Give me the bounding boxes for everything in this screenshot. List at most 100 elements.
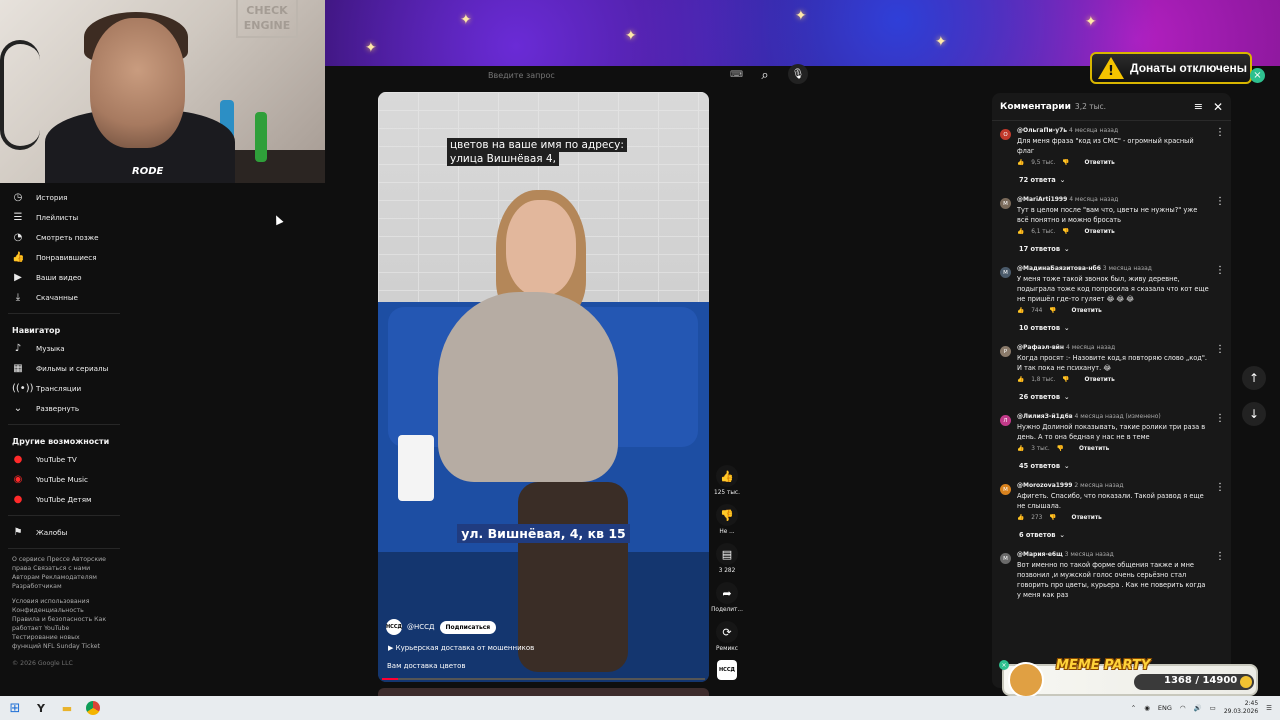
dislike-action[interactable]: 👎 Не ... — [712, 504, 742, 543]
view-replies-button[interactable]: 26 ответов ⌄ — [1019, 393, 1223, 401]
sidebar-item-watch-later[interactable]: ◔ Смотреть позже — [0, 227, 122, 247]
reply-button[interactable]: Ответить — [1084, 229, 1114, 235]
view-replies-button[interactable]: 17 ответов ⌄ — [1019, 245, 1223, 253]
view-replies-button[interactable]: 72 ответа ⌄ — [1019, 176, 1223, 184]
comment-avatar[interactable]: M — [1000, 198, 1011, 209]
reply-button[interactable]: Ответить — [1084, 160, 1114, 166]
sidebar-item-youtube-tv[interactable]: ● YouTube TV — [0, 449, 122, 469]
tray-chevron-icon[interactable]: ⌃ — [1131, 704, 1136, 712]
comment-avatar[interactable]: Л — [1000, 415, 1011, 426]
comment-author[interactable]: @Morozova1999 — [1017, 482, 1072, 489]
arrow-up-icon[interactable]: ↑ — [1242, 366, 1266, 390]
sidebar-item-playlists[interactable]: ☰ Плейлисты — [0, 207, 122, 227]
more-options-icon[interactable]: ⋮ — [1215, 482, 1225, 521]
share-icon[interactable]: ➦ — [716, 582, 738, 604]
next-short-preview[interactable] — [378, 688, 709, 696]
subscribe-button[interactable]: Подписаться — [439, 620, 497, 634]
sidebar-item-live[interactable]: ((•)) Трансляции — [0, 378, 122, 398]
view-replies-button[interactable]: 6 ответов ⌄ — [1019, 531, 1223, 539]
channel-avatar[interactable]: НССД — [386, 619, 402, 635]
comment-avatar[interactable]: Р — [1000, 346, 1011, 357]
comment-author[interactable]: @Мария-е6щ — [1017, 551, 1063, 558]
clock[interactable]: 2:45 29.03.2026 — [1224, 700, 1258, 716]
close-icon[interactable]: × — [999, 660, 1009, 670]
channel-name[interactable]: @НССД — [407, 623, 435, 631]
chrome-icon[interactable] — [82, 697, 104, 719]
view-replies-button[interactable]: 10 ответов ⌄ — [1019, 324, 1223, 332]
sound-action[interactable]: НССД — [712, 660, 742, 699]
more-options-icon[interactable]: ⋮ — [1215, 344, 1225, 383]
sound-thumbnail[interactable]: НССД — [717, 660, 737, 680]
sidebar-item-liked[interactable]: 👍 Понравившиеся — [0, 247, 122, 267]
thumbs-up-icon[interactable]: 👍 — [1017, 446, 1024, 452]
reply-button[interactable]: Ответить — [1084, 377, 1114, 383]
sidebar-item-youtube-music[interactable]: ◉ YouTube Music — [0, 469, 122, 489]
comment-avatar[interactable]: M — [1000, 484, 1011, 495]
remix-action[interactable]: ⟳ Ремикс — [712, 621, 742, 660]
reply-button[interactable]: Ответить — [1072, 515, 1102, 521]
thumbs-down-icon[interactable]: 👎 — [1057, 446, 1064, 452]
comment-avatar[interactable]: О — [1000, 129, 1011, 140]
arrow-down-icon[interactable]: ↓ — [1242, 402, 1266, 426]
search-box[interactable]: ⌨ — [480, 66, 752, 84]
network-icon[interactable]: ◉ — [1144, 704, 1150, 712]
footer-links-group[interactable]: Условия использования Конфиденциальность… — [12, 597, 110, 651]
comment-avatar[interactable]: М — [1000, 267, 1011, 278]
thumbs-down-icon[interactable]: 👎 — [1049, 515, 1056, 521]
comment-icon[interactable]: ▤ — [716, 543, 738, 565]
keyboard-icon[interactable]: ⌨ — [730, 70, 743, 80]
more-options-icon[interactable]: ⋮ — [1215, 196, 1225, 235]
mic-icon[interactable]: 🎙 — [788, 64, 808, 84]
close-icon[interactable]: × — [1250, 68, 1265, 83]
thumbs-down-icon[interactable]: 👎 — [1062, 160, 1069, 166]
comment-author[interactable]: @MariArti1999 — [1017, 196, 1067, 203]
comment-author[interactable]: @Рафаэл-вйн — [1017, 344, 1064, 351]
sidebar-item-your-videos[interactable]: ▶ Ваши видео — [0, 267, 122, 287]
more-options-icon[interactable]: ⋮ — [1215, 551, 1225, 600]
yandex-browser-icon[interactable]: Y — [30, 697, 52, 719]
sidebar-item-downloads[interactable]: ⤓ Скачанные — [0, 287, 122, 307]
remix-icon[interactable]: ⟳ — [716, 621, 738, 643]
thumbs-up-icon[interactable]: 👍 — [1017, 229, 1024, 235]
sidebar-item-expand[interactable]: ⌄ Развернуть — [0, 398, 122, 418]
windows-start-icon[interactable]: ⊞ — [4, 697, 26, 719]
close-icon[interactable]: ✕ — [1213, 100, 1223, 114]
wifi-icon[interactable]: ◠ — [1180, 704, 1186, 712]
shorts-video-player[interactable] — [378, 92, 709, 682]
sort-icon[interactable]: ≡ — [1194, 100, 1203, 113]
comment-author[interactable]: @МадинаБаязитова-нб6 — [1017, 265, 1101, 272]
like-action[interactable]: 👍 125 тыс. — [712, 465, 742, 504]
thumbs-down-icon[interactable]: 👎 — [716, 504, 738, 526]
share-action[interactable]: ➦ Поделит... — [711, 582, 743, 621]
comment-author[interactable]: @ОльгаПи-у7ь — [1017, 127, 1067, 134]
comment-avatar[interactable]: М — [1000, 553, 1011, 564]
view-replies-button[interactable]: 45 ответов ⌄ — [1019, 462, 1223, 470]
thumbs-up-icon[interactable]: 👍 — [1017, 515, 1024, 521]
thumbs-down-icon[interactable]: 👎 — [1062, 229, 1069, 235]
comments-action[interactable]: ▤ 3 282 — [712, 543, 742, 582]
notifications-icon[interactable]: ☰ — [1266, 704, 1272, 712]
sidebar-item-movies[interactable]: ▦ Фильмы и сериалы — [0, 358, 122, 378]
sidebar-item-music[interactable]: ♪ Музыка — [0, 338, 122, 358]
volume-icon[interactable]: 🔊 — [1194, 704, 1202, 712]
sidebar-item-youtube-kids[interactable]: ● YouTube Детям — [0, 489, 122, 509]
more-options-icon[interactable]: ⋮ — [1215, 265, 1225, 314]
language-indicator[interactable]: ENG — [1158, 704, 1172, 712]
battery-icon[interactable]: ▭ — [1210, 704, 1216, 712]
sidebar-item-history[interactable]: ◷ История — [0, 187, 122, 207]
sidebar-item-reports[interactable]: ⚑ Жалобы — [0, 522, 122, 542]
video-progress-bar[interactable] — [382, 678, 705, 680]
search-input[interactable] — [480, 66, 730, 84]
more-options-icon[interactable]: ⋮ — [1215, 413, 1225, 452]
comment-author[interactable]: @ЛилияЗ-й1д6в — [1017, 413, 1073, 420]
promo-link[interactable]: ▶ Курьерская доставка от мошенников — [388, 644, 534, 652]
search-icon[interactable]: ⌕ — [756, 66, 774, 84]
thumbs-up-icon[interactable]: 👍 — [1017, 160, 1024, 166]
more-options-icon[interactable]: ⋮ — [1215, 127, 1225, 166]
reply-button[interactable]: Ответить — [1072, 308, 1102, 314]
thumbs-down-icon[interactable]: 👎 — [1049, 308, 1056, 314]
footer-links-group[interactable]: О сервисе Прессе Авторские права Связать… — [12, 555, 110, 591]
thumbs-up-icon[interactable]: 👍 — [1017, 308, 1024, 314]
file-explorer-icon[interactable]: ▬ — [56, 697, 78, 719]
thumbs-up-icon[interactable]: 👍 — [716, 465, 738, 487]
